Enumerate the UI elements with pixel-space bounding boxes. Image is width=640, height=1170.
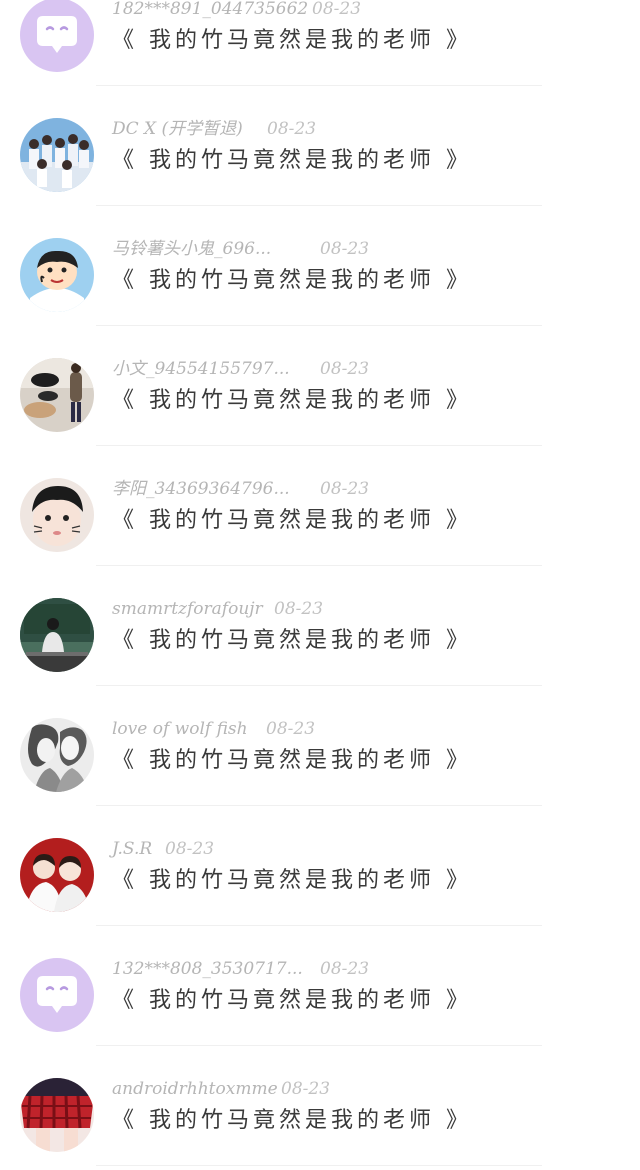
comment-text: 《 我的竹马竟然是我的老师 》 <box>112 628 472 653</box>
comment-date: 08-23 <box>320 479 370 499</box>
username[interactable]: DC X (开学暂退) <box>112 119 243 139</box>
comment-meta: 马铃薯头小鬼_696... 08-23 <box>112 237 369 261</box>
comment-text: 《 我的竹马竟然是我的老师 》 <box>112 268 472 293</box>
comment-meta: 小文_94554155797... 08-23 <box>112 357 369 381</box>
username[interactable]: smamrtzforafoujr <box>112 599 263 619</box>
chat-bubble-icon[interactable] <box>20 958 94 1032</box>
comment-date: 08-23 <box>320 959 370 979</box>
cartoon-avatar[interactable] <box>20 238 94 312</box>
comment-item[interactable]: J.S.R 08-23 《 我的竹马竟然是我的老师 》 <box>0 810 640 930</box>
comment-text: 《 我的竹马竟然是我的老师 》 <box>112 388 472 413</box>
comment-item[interactable]: 小文_94554155797... 08-23 《 我的竹马竟然是我的老师 》 <box>0 330 640 450</box>
comment-meta: DC X (开学暂退) 08-23 <box>112 117 316 141</box>
comment-item[interactable]: 182***891_044735662 08-23 《 我的竹马竟然是我的老师 … <box>0 0 640 90</box>
username[interactable]: 李阳_34369364796... <box>112 479 290 499</box>
comment-text: 《 我的竹马竟然是我的老师 》 <box>112 508 472 533</box>
comment-text: 《 我的竹马竟然是我的老师 》 <box>112 868 472 893</box>
kid-face-avatar[interactable] <box>20 478 94 552</box>
comment-date: 08-23 <box>266 719 316 739</box>
username[interactable]: love of wolf fish <box>112 719 248 739</box>
group-photo-avatar[interactable] <box>20 118 94 192</box>
comment-meta: smamrtzforafoujr 08-23 <box>112 597 323 621</box>
comment-date: 08-23 <box>281 1079 331 1099</box>
comment-list: 182***891_044735662 08-23 《 我的竹马竟然是我的老师 … <box>0 0 640 1170</box>
divider <box>96 325 542 326</box>
comment-meta: 132***808_3530717... 08-23 <box>112 957 369 981</box>
divider <box>96 85 542 86</box>
username[interactable]: J.S.R <box>112 839 152 859</box>
comment-text: 《 我的竹马竟然是我的老师 》 <box>112 28 472 53</box>
comment-meta: 182***891_044735662 08-23 <box>112 0 361 21</box>
divider <box>96 1045 542 1046</box>
comment-text: 《 我的竹马竟然是我的老师 》 <box>112 148 472 173</box>
username[interactable]: androidrhhtoxmme <box>112 1079 278 1099</box>
divider <box>96 805 542 806</box>
comment-item[interactable]: 李阳_34369364796... 08-23 《 我的竹马竟然是我的老师 》 <box>0 450 640 570</box>
comment-text: 《 我的竹马竟然是我的老师 》 <box>112 1108 472 1133</box>
shoes-photo-avatar[interactable] <box>20 358 94 432</box>
comment-meta: androidrhhtoxmme 08-23 <box>112 1077 330 1101</box>
divider <box>96 1165 542 1166</box>
plaid-skirt-avatar[interactable] <box>20 1078 94 1152</box>
comment-text: 《 我的竹马竟然是我的老师 》 <box>112 748 472 773</box>
couple-photo-avatar[interactable] <box>20 838 94 912</box>
sketch-avatar[interactable] <box>20 718 94 792</box>
comment-date: 08-23 <box>312 0 362 19</box>
username[interactable]: 182***891_044735662 <box>112 0 308 19</box>
divider <box>96 205 542 206</box>
comment-meta: love of wolf fish 08-23 <box>112 717 315 741</box>
comment-item[interactable]: DC X (开学暂退) 08-23 《 我的竹马竟然是我的老师 》 <box>0 90 640 210</box>
comment-date: 08-23 <box>267 119 317 139</box>
username[interactable]: 马铃薯头小鬼_696... <box>112 239 271 259</box>
comment-meta: 李阳_34369364796... 08-23 <box>112 477 369 501</box>
comment-date: 08-23 <box>320 359 370 379</box>
comment-item[interactable]: androidrhhtoxmme 08-23 《 我的竹马竟然是我的老师 》 <box>0 1050 640 1170</box>
comment-item[interactable]: 132***808_3530717... 08-23 《 我的竹马竟然是我的老师… <box>0 930 640 1050</box>
chat-bubble-icon[interactable] <box>20 0 94 72</box>
comment-item[interactable]: smamrtzforafoujr 08-23 《 我的竹马竟然是我的老师 》 <box>0 570 640 690</box>
comment-date: 08-23 <box>165 839 215 859</box>
divider <box>96 565 542 566</box>
divider <box>96 445 542 446</box>
comment-text: 《 我的竹马竟然是我的老师 》 <box>112 988 472 1013</box>
divider <box>96 685 542 686</box>
divider <box>96 925 542 926</box>
comment-date: 08-23 <box>274 599 324 619</box>
comment-date: 08-23 <box>320 239 370 259</box>
classroom-avatar[interactable] <box>20 598 94 672</box>
comment-meta: J.S.R 08-23 <box>112 837 214 861</box>
comment-item[interactable]: love of wolf fish 08-23 《 我的竹马竟然是我的老师 》 <box>0 690 640 810</box>
username[interactable]: 132***808_3530717... <box>112 959 303 979</box>
username[interactable]: 小文_94554155797... <box>112 359 290 379</box>
comment-item[interactable]: 马铃薯头小鬼_696... 08-23 《 我的竹马竟然是我的老师 》 <box>0 210 640 330</box>
